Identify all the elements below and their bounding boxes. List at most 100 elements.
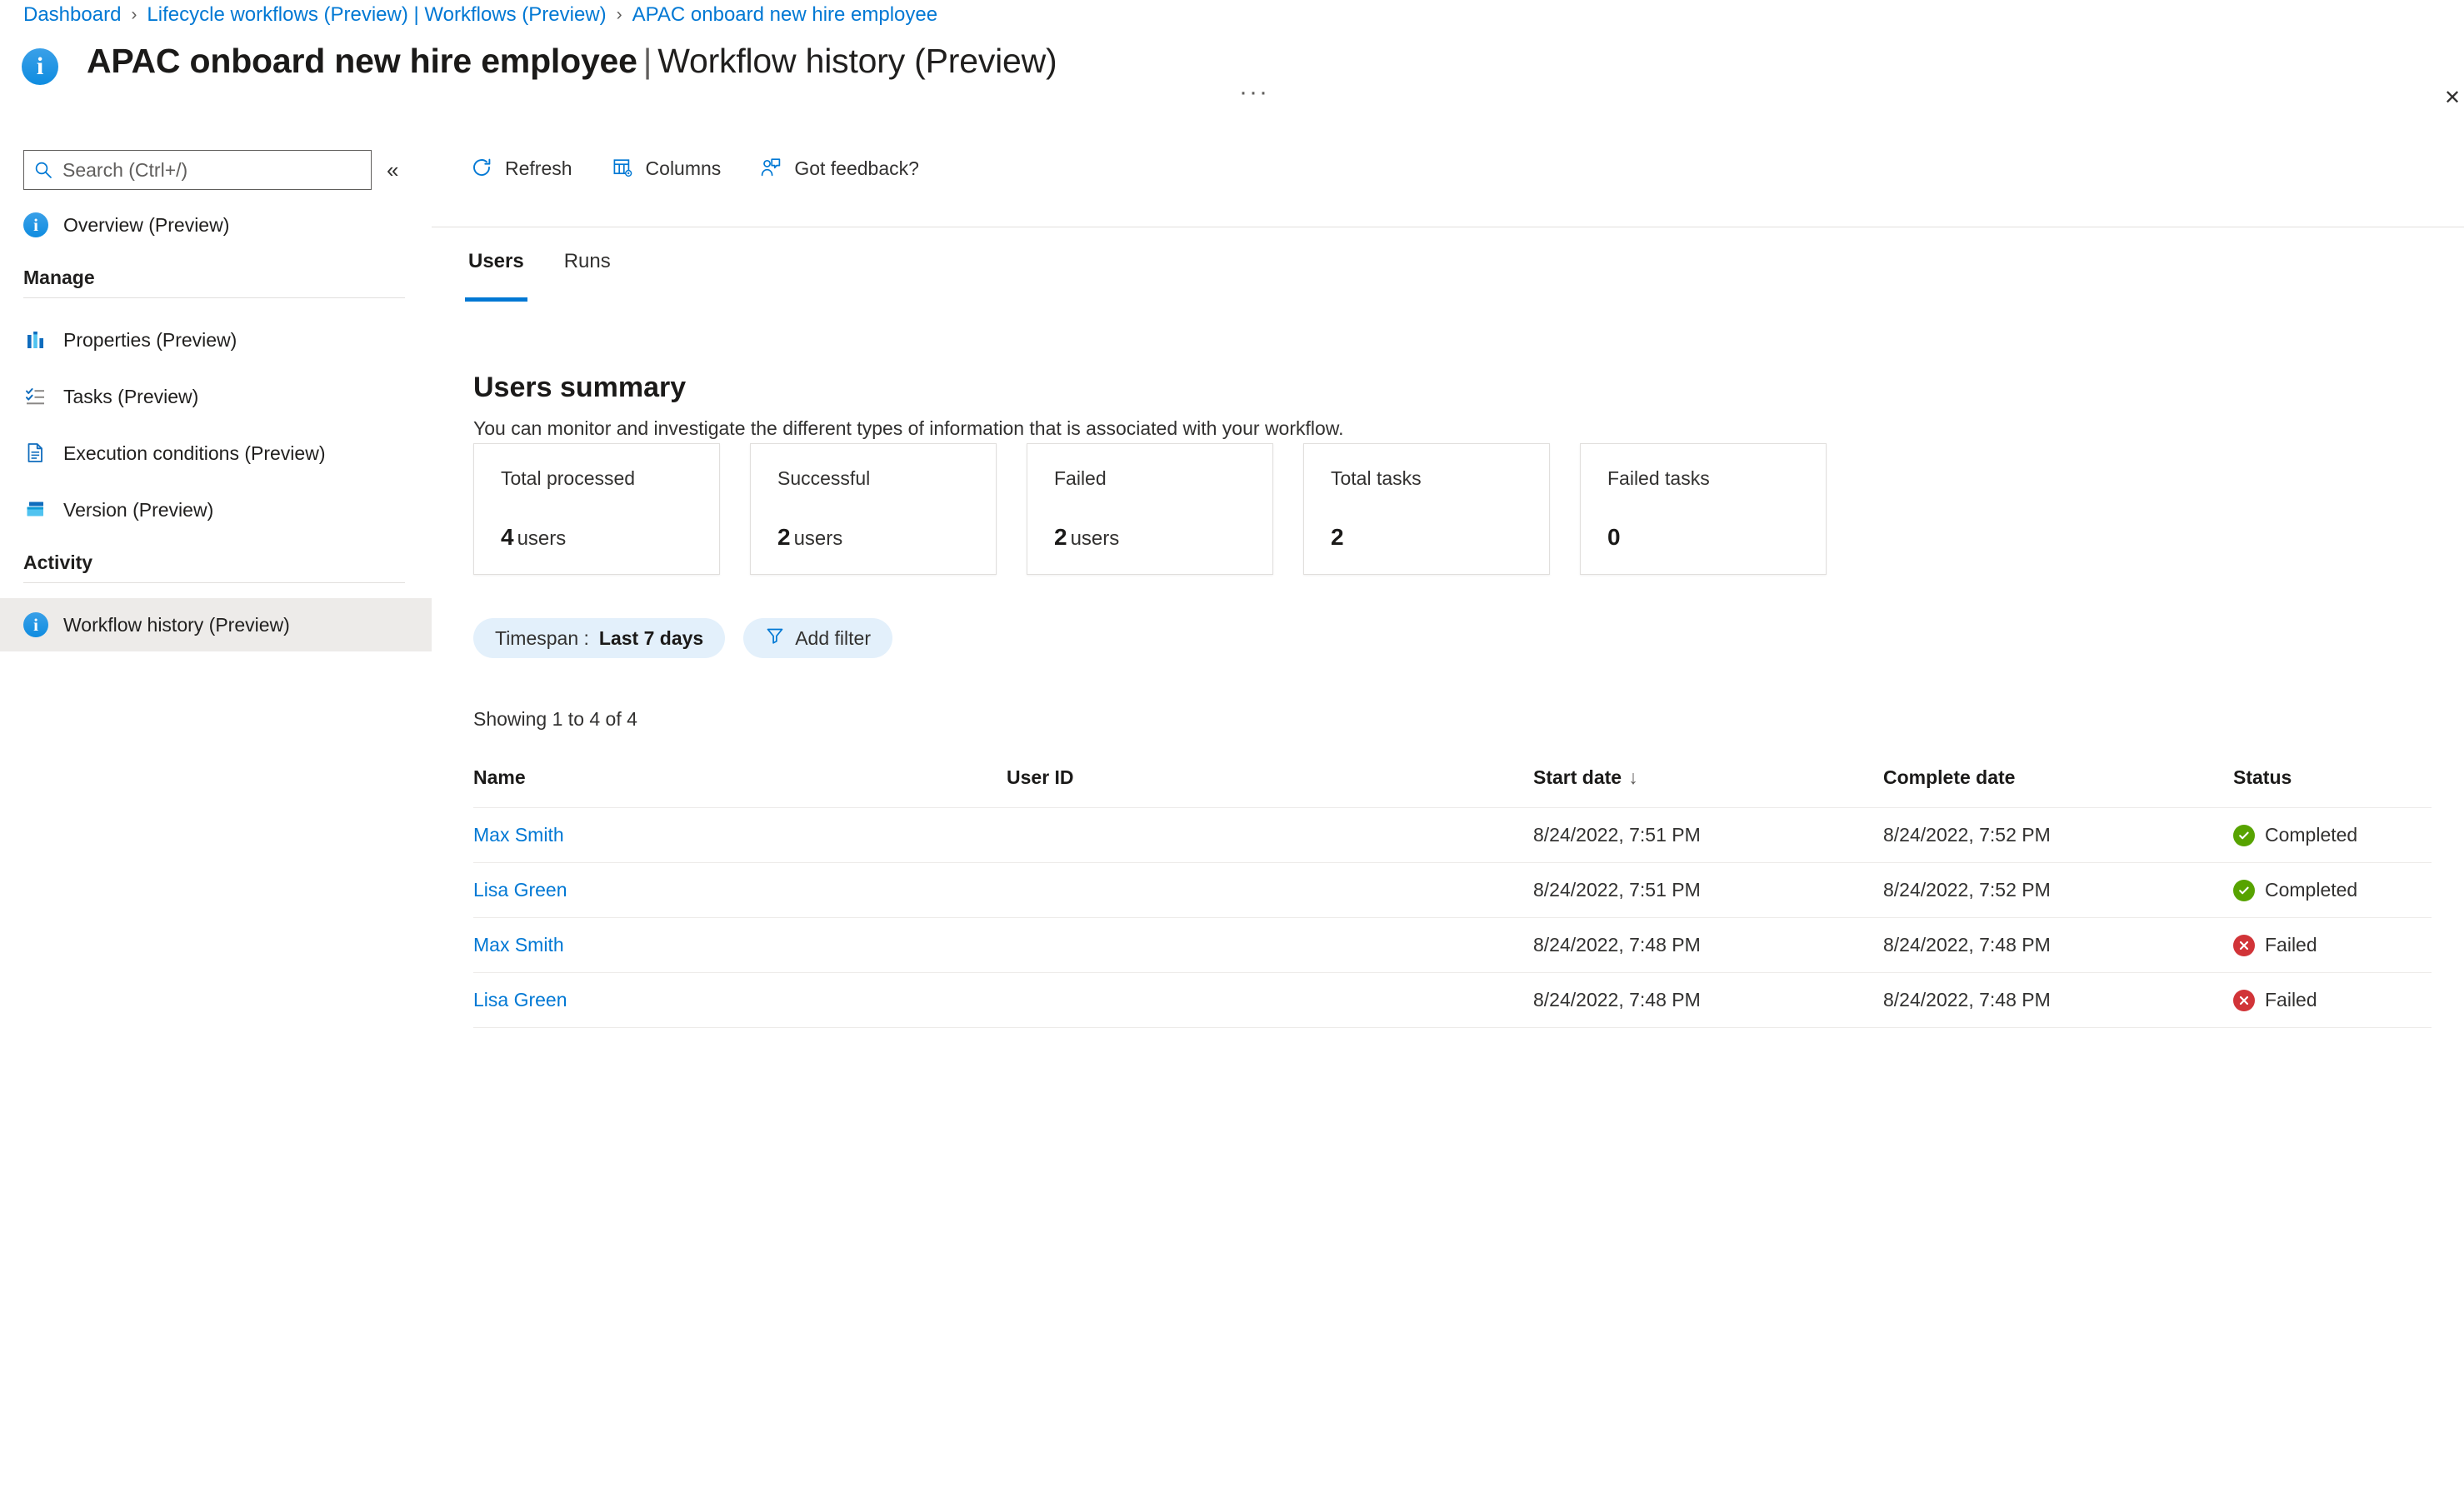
status-label: Failed	[2265, 934, 2317, 956]
column-header-label: Status	[2233, 766, 2292, 788]
sidebar-group-divider	[23, 582, 405, 583]
card-value: 4 users	[501, 524, 566, 551]
cell-status: Failed	[2233, 972, 2432, 1028]
cell-name: Max Smith	[473, 917, 1007, 973]
more-options-button[interactable]: ···	[1239, 80, 1269, 105]
page-title-sub: Workflow history (Preview)	[657, 42, 1057, 80]
breadcrumb-item-1[interactable]: Dashboard	[23, 3, 121, 27]
table-row[interactable]: Lisa Green 8/24/2022, 7:48 PM 8/24/2022, 7…	[473, 972, 2432, 1028]
status-label: Failed	[2265, 989, 2317, 1010]
cell-complete-date: 8/24/2022, 7:52 PM	[1883, 862, 2233, 918]
summary-card-failed-tasks: Failed tasks 0	[1580, 443, 1827, 575]
sidebar-item-label: Version (Preview)	[63, 498, 214, 521]
summary-description: You can monitor and investigate the diff…	[473, 417, 1344, 439]
search-icon	[34, 161, 52, 179]
sidebar-search-row: «	[23, 150, 408, 190]
workflow-info-icon: i	[22, 48, 58, 85]
page-title-main: APAC onboard new hire employee	[87, 42, 637, 80]
add-filter-button[interactable]: Add filter	[743, 618, 892, 658]
sidebar-item-tasks[interactable]: Tasks (Preview)	[0, 370, 432, 423]
cell-user-id	[1007, 917, 1533, 973]
cell-name: Lisa Green	[473, 972, 1007, 1028]
cell-complete-date: 8/24/2022, 7:48 PM	[1883, 972, 2233, 1028]
results-count: Showing 1 to 4 of 4	[473, 708, 637, 730]
sidebar: « i Overview (Preview) Manage Properties (…	[0, 140, 432, 1512]
properties-bars-icon	[23, 327, 48, 352]
document-icon	[23, 441, 48, 466]
search-input[interactable]	[61, 151, 361, 189]
column-header-status[interactable]: Status	[2233, 766, 2432, 808]
card-value: 2	[1331, 524, 1347, 551]
summary-cards: Total processed 4 users Successful 2 users Fai…	[473, 443, 1827, 575]
sidebar-item-label: Execution conditions (Preview)	[63, 442, 326, 464]
page-title: APAC onboard new hire employee | Workflow …	[87, 42, 1057, 81]
table-row[interactable]: Max Smith 8/24/2022, 7:51 PM 8/24/2022, 7:…	[473, 807, 2432, 863]
got-feedback-button[interactable]: Got feedback?	[754, 152, 924, 185]
command-label: Columns	[645, 157, 722, 179]
user-name-link[interactable]: Max Smith	[473, 824, 564, 846]
sidebar-item-execution[interactable]: Execution conditions (Preview)	[0, 427, 432, 480]
breadcrumb-separator: ›	[616, 5, 622, 24]
add-filter-label: Add filter	[795, 626, 871, 649]
cell-start-date: 8/24/2022, 7:48 PM	[1533, 917, 1883, 973]
table-body: Max Smith 8/24/2022, 7:51 PM 8/24/2022, 7:…	[473, 807, 2432, 1028]
column-header-complete-date[interactable]: Complete date	[1883, 766, 2233, 808]
sidebar-item-label: Tasks (Preview)	[63, 385, 199, 407]
user-name-link[interactable]: Lisa Green	[473, 879, 567, 901]
sidebar-group-divider	[23, 297, 405, 298]
card-number: 4	[501, 524, 514, 550]
summary-card-total-tasks: Total tasks 2	[1303, 443, 1550, 575]
summary-card-total-processed: Total processed 4 users	[473, 443, 720, 575]
info-circle-icon: i	[23, 212, 48, 237]
close-blade-button[interactable]: ✕	[2444, 88, 2459, 110]
feedback-person-icon	[759, 156, 784, 181]
collapse-sidebar-button[interactable]: «	[387, 159, 398, 181]
cell-status: Completed	[2233, 862, 2432, 918]
cell-user-id	[1007, 862, 1533, 918]
version-layers-icon	[23, 497, 48, 522]
column-header-name[interactable]: Name	[473, 766, 1007, 808]
sidebar-group-activity: Activity	[23, 551, 408, 583]
search-box[interactable]	[23, 150, 372, 190]
cell-start-date: 8/24/2022, 7:51 PM	[1533, 807, 1883, 863]
table-row[interactable]: Lisa Green 8/24/2022, 7:51 PM 8/24/2022, 7…	[473, 862, 2432, 918]
cell-complete-date: 8/24/2022, 7:48 PM	[1883, 917, 2233, 973]
summary-card-failed: Failed 2 users	[1027, 443, 1273, 575]
card-number: 2	[1331, 524, 1344, 550]
command-label: Refresh	[505, 157, 572, 179]
cell-name: Lisa Green	[473, 862, 1007, 918]
cell-user-id	[1007, 972, 1533, 1028]
tab-users[interactable]: Users	[465, 242, 527, 302]
card-unit: users	[517, 527, 567, 550]
sidebar-item-properties[interactable]: Properties (Preview)	[0, 313, 432, 367]
breadcrumb-item-2[interactable]: Lifecycle workflows (Preview) | Workflow…	[147, 3, 606, 27]
sidebar-item-overview[interactable]: i Overview (Preview)	[0, 198, 432, 252]
funnel-filter-icon	[765, 626, 785, 651]
sidebar-item-label: Properties (Preview)	[63, 328, 237, 351]
tab-runs[interactable]: Runs	[561, 242, 614, 295]
sidebar-item-workflow[interactable]: i Workflow history (Preview)	[0, 598, 432, 651]
user-name-link[interactable]: Max Smith	[473, 934, 564, 956]
column-header-label: Complete date	[1883, 766, 2016, 788]
breadcrumb-item-3[interactable]: APAC onboard new hire employee	[632, 3, 937, 27]
card-label: Failed	[1054, 467, 1107, 489]
card-value: 2 users	[1054, 524, 1119, 551]
refresh-button[interactable]: Refresh	[465, 152, 577, 185]
sidebar-item-version[interactable]: Version (Preview)	[0, 483, 432, 536]
column-header-user-id[interactable]: User ID	[1007, 766, 1533, 808]
timespan-filter-pill[interactable]: Timespan : Last 7 days	[473, 618, 726, 658]
sidebar-group-manage: Manage	[23, 267, 408, 298]
info-circle-icon: i	[23, 612, 48, 637]
columns-button[interactable]: Columns	[606, 152, 727, 185]
column-header-start-date[interactable]: Start date ↓	[1533, 766, 1883, 808]
user-name-link[interactable]: Lisa Green	[473, 989, 567, 1010]
columns-icon	[611, 156, 636, 181]
table-row[interactable]: Max Smith 8/24/2022, 7:48 PM 8/24/2022, 7:…	[473, 917, 2432, 973]
tasks-checklist-icon	[23, 384, 48, 409]
card-label: Failed tasks	[1607, 467, 1710, 489]
info-glyph: i	[36, 52, 44, 80]
cell-status: Failed	[2233, 917, 2432, 973]
card-value: 0	[1607, 524, 1624, 551]
cell-start-date: 8/24/2022, 7:48 PM	[1533, 972, 1883, 1028]
page-title-separator: |	[642, 42, 652, 80]
